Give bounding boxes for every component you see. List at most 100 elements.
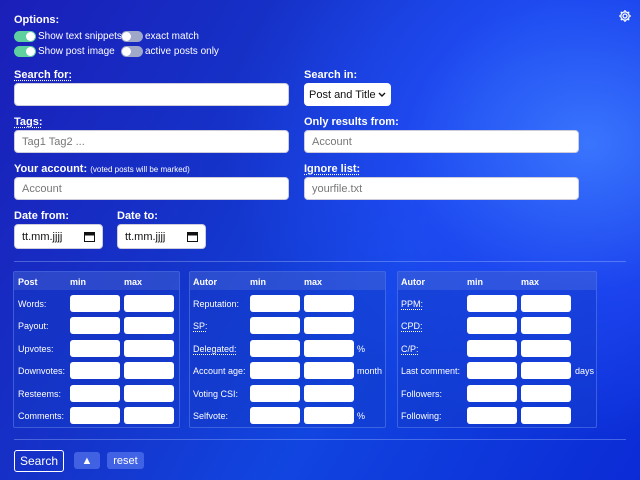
- account-label: Your account:: [14, 163, 88, 175]
- post-filter-panel: Post min max Words: Payout: Upvotes: Dow…: [13, 271, 180, 428]
- cpd-min-input[interactable]: [467, 317, 517, 334]
- following-max-input[interactable]: [521, 407, 571, 424]
- date-to-input[interactable]: tt.mm.jjjj: [117, 224, 206, 249]
- row-label: PPM:: [401, 299, 424, 309]
- followers-max-input[interactable]: [521, 385, 571, 402]
- comments-max-input[interactable]: [124, 407, 174, 424]
- row-label: Delegated:: [193, 344, 237, 354]
- sp-min-input[interactable]: [250, 317, 300, 334]
- settings-button[interactable]: [618, 9, 632, 23]
- reputation-min-input[interactable]: [250, 295, 300, 312]
- min-header: min: [467, 277, 484, 287]
- account-note: (voted posts will be marked): [90, 165, 190, 174]
- payout-min-input[interactable]: [70, 317, 120, 334]
- min-header: min: [70, 277, 87, 287]
- max-header: max: [304, 277, 323, 287]
- payout-max-input[interactable]: [124, 317, 174, 334]
- date-to-label: Date to:: [117, 210, 158, 222]
- row-label: Upvotes:: [18, 344, 54, 354]
- date-from-label: Date from:: [14, 210, 70, 222]
- account-age-max-input[interactable]: [304, 362, 354, 379]
- following-min-input[interactable]: [467, 407, 517, 424]
- autor-stats-panel: Autor min max PPM: CPD: C/P: Last commen…: [397, 271, 597, 428]
- search-in-value: Post and Title: [309, 88, 376, 101]
- toggle-label: active posts only: [145, 46, 219, 57]
- row-label: Followers:: [401, 389, 443, 399]
- row-label: Account age:: [193, 366, 246, 376]
- toggle-label: exact match: [145, 31, 199, 42]
- toggle-exact-match[interactable]: [121, 31, 143, 42]
- only-results-input[interactable]: Account: [304, 130, 579, 153]
- row-label: Payout:: [18, 321, 49, 331]
- selfvote-max-input[interactable]: [304, 407, 354, 424]
- panel-title: Post: [18, 277, 38, 287]
- upvotes-max-input[interactable]: [124, 340, 174, 357]
- last-comment-max-input[interactable]: [521, 362, 571, 379]
- words-max-input[interactable]: [124, 295, 174, 312]
- search-button[interactable]: Search: [14, 450, 64, 472]
- row-label: SP:: [193, 321, 208, 331]
- words-min-input[interactable]: [70, 295, 120, 312]
- collapse-button[interactable]: ▲: [74, 452, 100, 469]
- calendar-icon: [187, 232, 198, 242]
- gear-icon: [619, 10, 631, 22]
- ignore-list-label: Ignore list:: [304, 163, 361, 175]
- ignore-list-input[interactable]: yourfile.txt: [304, 177, 579, 200]
- date-from-input[interactable]: tt.mm.jjjj: [14, 224, 103, 249]
- row-label: CPD:: [401, 321, 423, 331]
- search-in-label: Search in:: [304, 69, 358, 81]
- ppm-min-input[interactable]: [467, 295, 517, 312]
- last-comment-min-input[interactable]: [467, 362, 517, 379]
- reputation-max-input[interactable]: [304, 295, 354, 312]
- arrow-up-icon: ▲: [81, 454, 93, 467]
- search-in-select[interactable]: Post and Title: [304, 83, 391, 106]
- autor-filter-panel: Autor min max Reputation: SP: Delegated:…: [189, 271, 386, 428]
- chevron-down-icon: [378, 92, 386, 97]
- selfvote-min-input[interactable]: [250, 407, 300, 424]
- divider: [14, 439, 626, 440]
- search-input[interactable]: [14, 83, 289, 106]
- only-results-label: Only results from:: [304, 116, 399, 128]
- account-age-min-input[interactable]: [250, 362, 300, 379]
- row-label: Comments:: [18, 411, 65, 421]
- resteems-max-input[interactable]: [124, 385, 174, 402]
- date-to-value: tt.mm.jjjj: [125, 230, 166, 243]
- sp-max-input[interactable]: [304, 317, 354, 334]
- cp-min-input[interactable]: [467, 340, 517, 357]
- voting-csi-min-input[interactable]: [250, 385, 300, 402]
- row-label: Last comment:: [401, 366, 461, 376]
- ppm-max-input[interactable]: [521, 295, 571, 312]
- search-for-label: Search for:: [14, 69, 73, 81]
- unit-label: %: [357, 411, 366, 421]
- max-header: max: [521, 277, 540, 287]
- downvotes-max-input[interactable]: [124, 362, 174, 379]
- max-header: max: [124, 277, 143, 287]
- comments-min-input[interactable]: [70, 407, 120, 424]
- cpd-max-input[interactable]: [521, 317, 571, 334]
- resteems-min-input[interactable]: [70, 385, 120, 402]
- toggle-show-text-snippets[interactable]: [14, 31, 36, 42]
- delegated-min-input[interactable]: [250, 340, 300, 357]
- row-label: Selfvote:: [193, 411, 229, 421]
- followers-min-input[interactable]: [467, 385, 517, 402]
- downvotes-min-input[interactable]: [70, 362, 120, 379]
- tags-input[interactable]: Tag1 Tag2 ...: [14, 130, 289, 153]
- cp-max-input[interactable]: [521, 340, 571, 357]
- calendar-icon: [84, 232, 95, 242]
- row-label: Voting CSI:: [193, 389, 239, 399]
- min-header: min: [250, 277, 267, 287]
- unit-label: %: [357, 344, 366, 354]
- row-label: Resteems:: [18, 389, 62, 399]
- reset-button[interactable]: reset: [107, 452, 144, 469]
- voting-csi-max-input[interactable]: [304, 385, 354, 402]
- toggle-active-posts-only[interactable]: [121, 46, 143, 57]
- toggle-label: Show text snippets: [38, 31, 122, 42]
- account-label-wrap: Your account: (voted posts will be marke…: [14, 163, 190, 175]
- account-input[interactable]: Account: [14, 177, 289, 200]
- row-label: Following:: [401, 411, 442, 421]
- delegated-max-input[interactable]: [304, 340, 354, 357]
- row-label: Reputation:: [193, 299, 240, 309]
- upvotes-min-input[interactable]: [70, 340, 120, 357]
- divider: [14, 261, 626, 262]
- toggle-show-post-image[interactable]: [14, 46, 36, 57]
